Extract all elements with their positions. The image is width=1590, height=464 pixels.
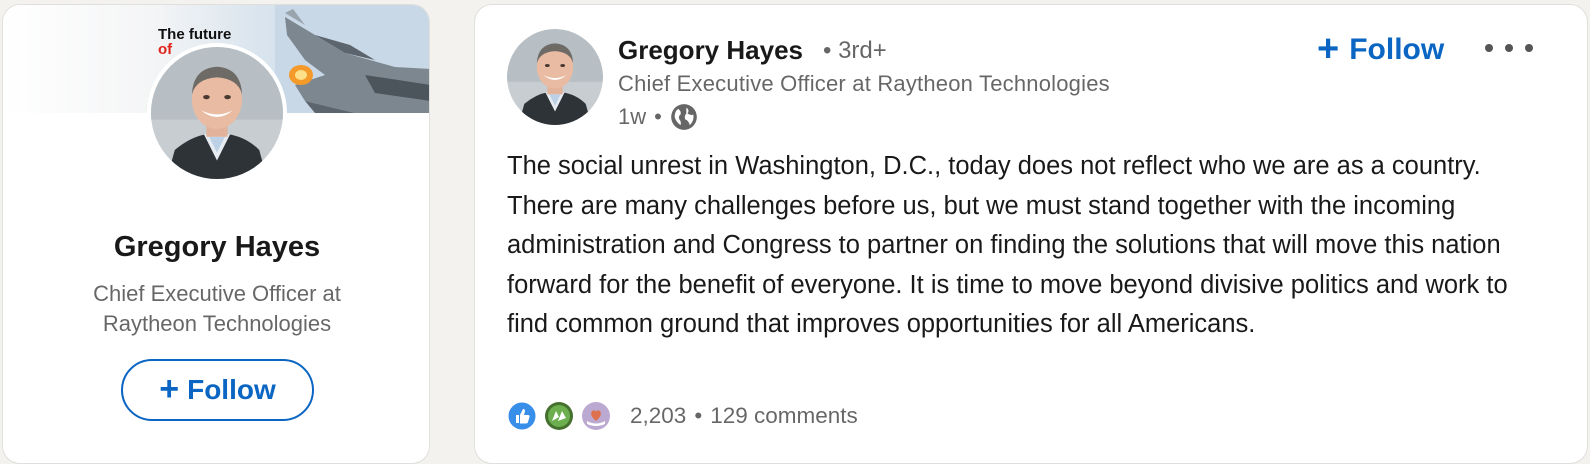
profile-card: The future of Gregory Hayes Chief Execut… [2, 4, 430, 464]
ellipsis-icon[interactable] [1485, 33, 1533, 63]
author-name[interactable]: Gregory Hayes [618, 35, 803, 66]
fighter-jet-image [275, 5, 429, 113]
count-separator: • [694, 403, 703, 428]
profile-headline: Chief Executive Officer at Raytheon Tech… [93, 281, 341, 336]
profile-name[interactable]: Gregory Hayes [3, 231, 429, 264]
author-avatar[interactable] [507, 29, 603, 125]
banner-text-line2: of [158, 41, 173, 58]
author-headline: Chief Executive Officer at Raytheon Tech… [618, 71, 1110, 96]
love-icon [582, 402, 610, 430]
comments-count[interactable]: 129 comments [710, 403, 858, 429]
globe-icon [670, 104, 697, 130]
reactions[interactable] [507, 401, 618, 431]
post-meta: 1w • [618, 102, 698, 132]
follow-label: Follow [187, 374, 276, 405]
post-card: Gregory Hayes • 3rd+ Chief Executive Off… [474, 4, 1588, 464]
plus-icon: + [159, 369, 180, 408]
profile-avatar[interactable] [147, 43, 287, 183]
meta-separator: • [654, 104, 662, 129]
reaction-count[interactable]: 2,203 [630, 403, 686, 429]
follow-label: Follow [1349, 33, 1445, 66]
post-follow-button[interactable]: + Follow [1317, 27, 1444, 73]
connection-degree: • 3rd+ [823, 37, 887, 64]
post-text: The social unrest in Washington, D.C., t… [507, 152, 1508, 338]
profile-follow-button[interactable]: + Follow [121, 359, 314, 421]
like-icon [507, 401, 537, 431]
avatar-photo [507, 29, 603, 125]
social-counts: 2,203 • 129 comments [507, 400, 858, 432]
avatar-photo [151, 47, 283, 179]
plus-icon: + [1317, 27, 1340, 70]
post-time: 1w [618, 104, 647, 129]
celebrate-icon [545, 402, 573, 430]
